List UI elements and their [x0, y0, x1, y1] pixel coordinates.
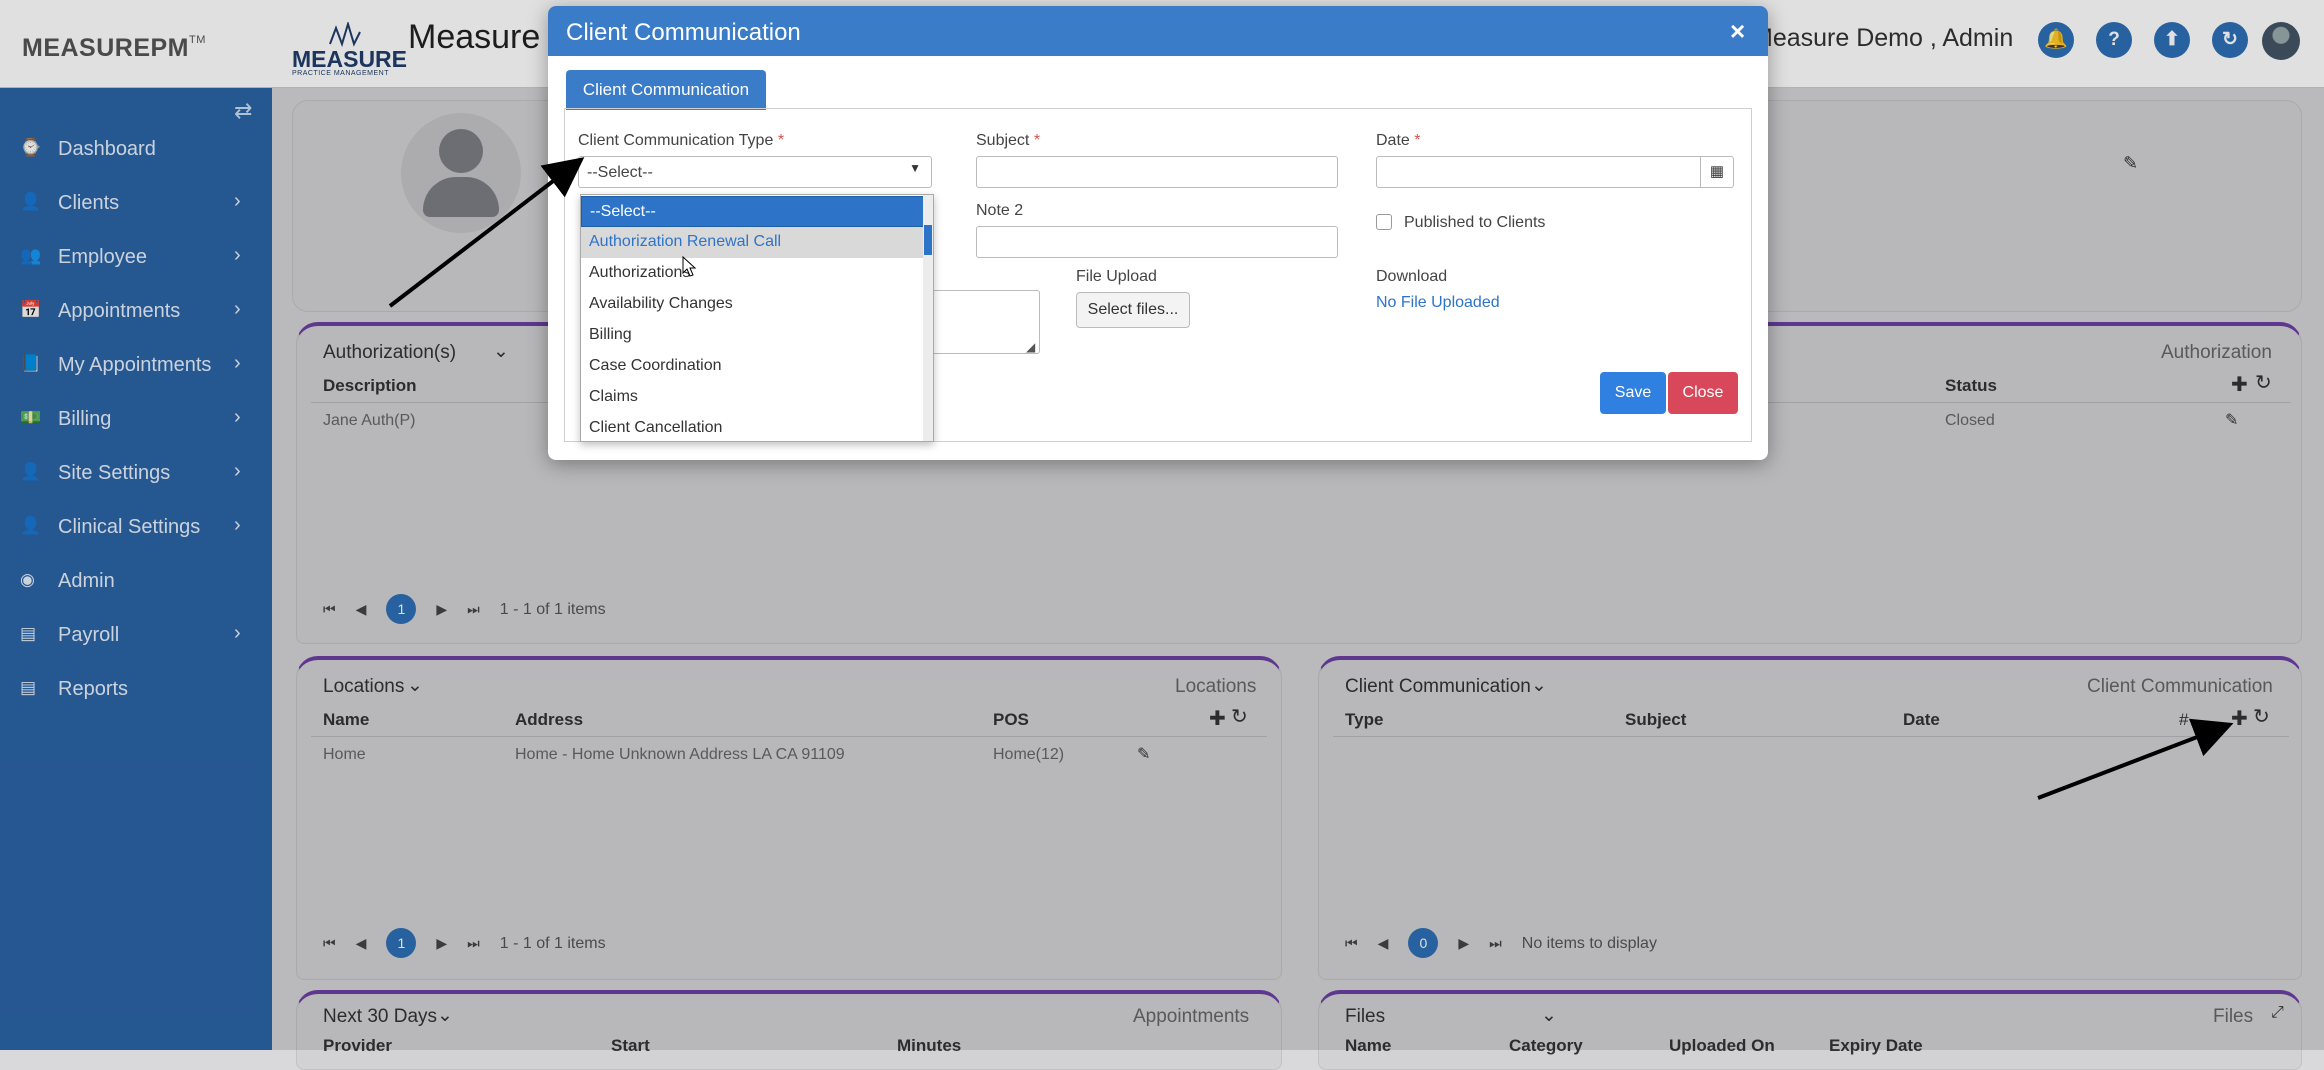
dropdown-option[interactable]: Billing [581, 320, 925, 351]
dropdown-option[interactable]: --Select-- [581, 196, 925, 227]
dropdown-option[interactable]: Availability Changes [581, 289, 925, 320]
close-icon[interactable]: × [1730, 16, 1745, 47]
close-button[interactable]: Close [1668, 372, 1738, 414]
dropdown-scrollbar[interactable] [923, 195, 933, 441]
select-files-button[interactable]: Select files... [1076, 292, 1190, 328]
note2-input[interactable] [976, 226, 1338, 258]
calendar-icon[interactable]: ▦ [1700, 157, 1733, 187]
date-input[interactable]: ▦ [1376, 156, 1734, 188]
scrollbar-thumb[interactable] [924, 225, 932, 255]
select-value: --Select-- [587, 164, 653, 181]
dropdown-option[interactable]: Case Coordination [581, 351, 925, 382]
communication-type-select[interactable]: --Select-- ▼ [578, 156, 932, 188]
dropdown-option[interactable]: Client Cancellation [581, 413, 925, 441]
download-label: Download [1376, 268, 1448, 285]
communication-type-dropdown: --Select-- Authorization Renewal Call Au… [580, 194, 934, 442]
dropdown-option[interactable]: Authorization Renewal Call [581, 227, 925, 258]
date-label: Date * [1376, 132, 1421, 149]
mouse-cursor-icon [682, 256, 697, 277]
dialog-title: Client Communication [566, 19, 801, 46]
note-textarea[interactable] [924, 290, 1040, 354]
subject-input[interactable] [976, 156, 1338, 188]
file-upload-label: File Upload [1076, 268, 1157, 285]
save-button[interactable]: Save [1600, 372, 1666, 414]
tab-client-communication[interactable]: Client Communication [566, 70, 766, 110]
type-label: Client Communication Type * [578, 132, 785, 149]
download-link[interactable]: No File Uploaded [1376, 294, 1500, 312]
note2-label: Note 2 [976, 202, 1024, 219]
dropdown-option[interactable]: Authorizations [581, 258, 925, 289]
dropdown-option[interactable]: Claims [581, 382, 925, 413]
resize-handle-icon[interactable]: ◢ [1026, 340, 1035, 354]
subject-label: Subject * [976, 132, 1041, 149]
published-label: Published to Clients [1404, 214, 1546, 231]
caret-down-icon: ▼ [909, 161, 921, 175]
published-checkbox[interactable] [1376, 214, 1392, 230]
